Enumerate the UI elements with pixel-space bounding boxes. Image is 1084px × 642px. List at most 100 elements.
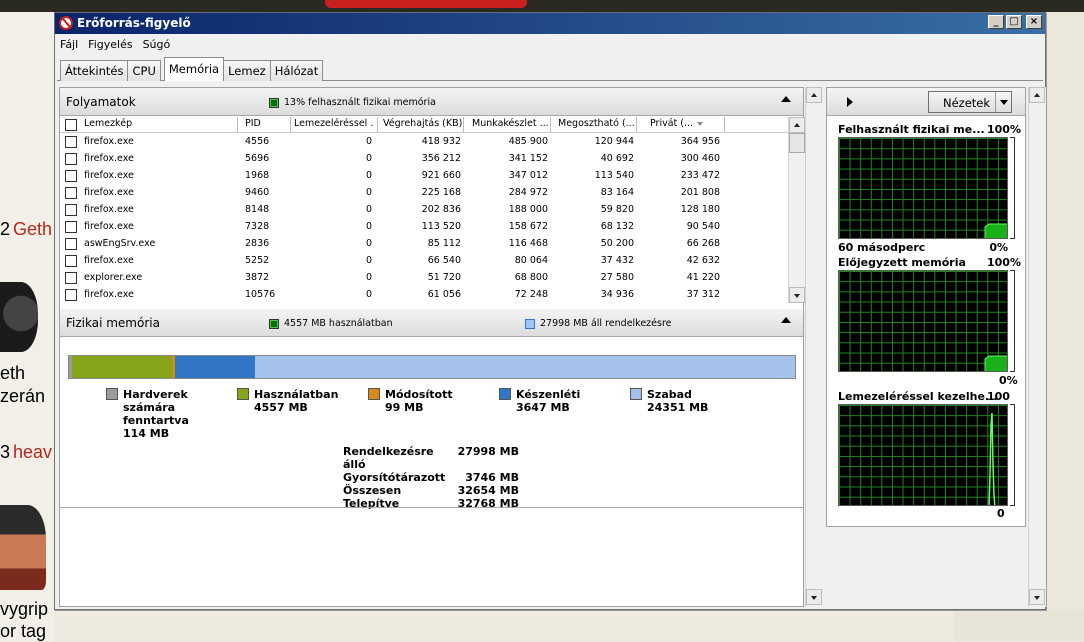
green-square-icon: [269, 97, 279, 108]
scroll-down-button[interactable]: [789, 287, 805, 303]
table-row[interactable]: firefox.exe 7328 0 113 520 158 672 68 132 90 5…: [60, 219, 788, 236]
process-table: Lemezkép PID Lemezeléréssel ... Végrehaj…: [60, 117, 788, 303]
menu-help[interactable]: Súgó: [143, 38, 171, 51]
legend-label: Szabad: [647, 388, 692, 401]
cell-commit: 61 056: [427, 289, 461, 300]
legend-swatch-in-use: [237, 388, 249, 400]
graph-pane-scrollbar[interactable]: [1028, 87, 1046, 607]
graph-max: 100: [987, 390, 1010, 403]
cell-commit: 921 660: [421, 170, 461, 181]
col-shareable[interactable]: Megosztható (...: [558, 118, 634, 129]
scroll-down-button[interactable]: [1029, 589, 1045, 605]
views-dropdown[interactable]: Nézetek: [928, 91, 1012, 113]
avatar: [0, 505, 46, 590]
graph-max: 100%: [987, 256, 1021, 269]
row-checkbox[interactable]: [65, 272, 77, 284]
bg-username-link[interactable]: Geth: [13, 219, 52, 240]
graph-pane: Nézetek Felhasznált fizikai me... 100% 6…: [826, 87, 1026, 527]
tab-memory[interactable]: Memória: [163, 57, 225, 81]
processes-memory-usage: 13% felhasznált fizikai memória: [284, 97, 436, 108]
scroll-up-button[interactable]: [806, 87, 822, 103]
menu-file[interactable]: Fájl: [60, 38, 78, 51]
table-row[interactable]: firefox.exe 5252 0 66 540 80 064 37 432 42 632: [60, 253, 788, 270]
title-bar[interactable]: Erőforrás-figyelő _ □ ×: [55, 13, 1045, 34]
graph-min: 0: [997, 507, 1005, 520]
select-all-checkbox[interactable]: [65, 119, 77, 131]
in-use-text: 4557 MB használatban: [284, 318, 393, 329]
background-bottom: [54, 610, 954, 641]
scroll-up-button[interactable]: [789, 117, 805, 133]
row-checkbox[interactable]: [65, 255, 77, 267]
bg-username-link[interactable]: heav: [13, 442, 52, 463]
scroll-up-button[interactable]: [1029, 87, 1045, 103]
table-row[interactable]: firefox.exe 8148 0 202 836 188 000 59 820 128 …: [60, 202, 788, 219]
scroll-down-button[interactable]: [806, 589, 822, 605]
process-table-scrollbar[interactable]: [788, 117, 805, 303]
row-checkbox[interactable]: [65, 170, 77, 182]
maximize-button[interactable]: □: [1006, 15, 1022, 29]
row-checkbox[interactable]: [65, 238, 77, 250]
collapse-arrow-icon[interactable]: [781, 96, 791, 102]
col-commit[interactable]: Végrehajtás (KB): [383, 118, 463, 129]
table-row[interactable]: firefox.exe 9460 0 225 168 284 972 83 164 201 …: [60, 185, 788, 202]
cell-working-set: 158 672: [508, 221, 548, 232]
table-row[interactable]: aswEngSrv.exe 2836 0 85 112 116 468 50 200 66 …: [60, 236, 788, 253]
cell-commit: 66 540: [427, 255, 461, 266]
row-checkbox[interactable]: [65, 136, 77, 148]
table-row[interactable]: firefox.exe 5696 0 356 212 341 152 40 692 300 …: [60, 151, 788, 168]
cell-private: 37 312: [686, 289, 720, 300]
scroll-thumb[interactable]: [789, 133, 805, 153]
row-checkbox[interactable]: [65, 204, 77, 216]
processes-header[interactable]: Folyamatok 13% felhasznált fizikai memór…: [60, 88, 803, 116]
close-button[interactable]: ×: [1026, 15, 1042, 29]
tab-cpu[interactable]: CPU: [127, 60, 161, 81]
graph-max: 100%: [987, 123, 1021, 136]
cell-hard-faults: 0: [365, 238, 372, 249]
cell-image: firefox.exe: [84, 204, 134, 215]
legend-standby: Készenléti 3647 MB: [516, 388, 580, 414]
table-row[interactable]: firefox.exe 4556 0 418 932 485 900 120 944 364…: [60, 134, 788, 151]
cell-image: firefox.exe: [84, 170, 134, 181]
col-working-set[interactable]: Munkakészlet ...: [472, 118, 548, 129]
graph-footer: 60 másodperc 0%: [838, 241, 1008, 254]
graph-time-span: 60 másodperc: [838, 241, 926, 254]
cell-pid: 3872: [245, 272, 270, 283]
table-row[interactable]: firefox.exe 1968 0 921 660 347 012 113 540 233…: [60, 168, 788, 185]
physical-memory-header[interactable]: Fizikai memória 4557 MB használatban 279…: [60, 309, 803, 337]
cell-hard-faults: 0: [365, 136, 372, 147]
collapse-arrow-icon[interactable]: [781, 317, 791, 323]
table-row[interactable]: explorer.exe 3872 0 51 720 68 800 27 580 41 22…: [60, 270, 788, 287]
cell-pid: 8148: [245, 204, 270, 215]
row-checkbox[interactable]: [65, 221, 77, 233]
cell-hard-faults: 0: [365, 204, 372, 215]
graph-axis: [1010, 270, 1015, 372]
cell-shareable: 27 580: [600, 272, 634, 283]
cell-working-set: 347 012: [508, 170, 548, 181]
col-image[interactable]: Lemezkép: [84, 118, 234, 129]
cell-pid: 10576: [245, 289, 276, 300]
row-checkbox[interactable]: [65, 289, 77, 301]
row-checkbox[interactable]: [65, 153, 77, 165]
cell-working-set: 485 900: [508, 136, 548, 147]
col-private[interactable]: Privát (...: [650, 118, 726, 129]
chevron-down-icon: [995, 92, 1011, 112]
legend-label: Használatban: [254, 388, 339, 401]
left-pane-scrollbar[interactable]: [805, 87, 823, 607]
tab-network[interactable]: Hálózat: [269, 60, 324, 81]
col-hard-faults[interactable]: Lemezeléréssel ...: [294, 118, 374, 129]
cell-pid: 2836: [245, 238, 270, 249]
cell-shareable: 83 164: [600, 187, 634, 198]
blue-square-icon: [525, 318, 535, 329]
tab-overview[interactable]: Áttekintés: [60, 60, 129, 81]
cell-hard-faults: 0: [365, 187, 372, 198]
cell-private: 66 268: [686, 238, 720, 249]
col-pid[interactable]: PID: [245, 118, 290, 129]
legend-label: Módosított: [385, 388, 453, 401]
table-row[interactable]: firefox.exe 10576 0 61 056 72 248 34 936 37 31…: [60, 287, 788, 303]
minimize-button[interactable]: _: [988, 15, 1004, 29]
row-checkbox[interactable]: [65, 187, 77, 199]
cell-private: 201 808: [680, 187, 720, 198]
menu-monitor[interactable]: Figyelés: [88, 38, 132, 51]
tab-disk[interactable]: Lemez: [223, 60, 271, 81]
expand-arrow-icon[interactable]: [847, 97, 853, 107]
